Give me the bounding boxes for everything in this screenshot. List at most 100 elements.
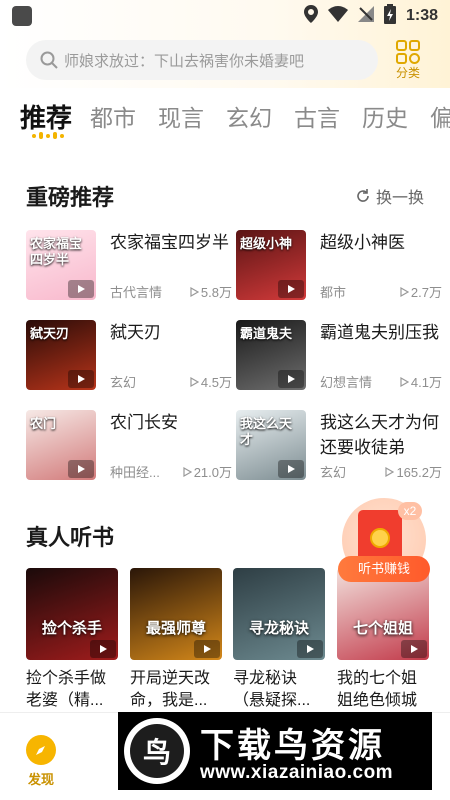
search-placeholder: 师娘求放过：下山去祸害你未婚妻吧 [64,52,305,70]
featured-book-item[interactable]: 我这么天才 我这么天才为何还要收徒弟玄幻 165.2万 [236,410,442,490]
featured-book-item[interactable]: 弑天刃 弑天刃玄幻 4.5万 [26,320,232,400]
featured-book-item[interactable]: 农门 农门长安种田经... 21.0万 [26,410,232,490]
featured-book-item[interactable]: 农家福宝四岁半 农家福宝四岁半 古代言情 5.8万 [26,230,232,310]
watermark-text: 下载鸟资源 [200,727,385,765]
notification-icon [12,6,32,26]
tab-city[interactable]: 都市 [90,96,136,140]
audio-book-item[interactable]: 寻龙秘诀寻龙秘诀（悬疑探... [233,568,325,712]
book-title: 农家福宝四岁半 [110,233,229,252]
discover-icon [26,735,56,765]
status-time: 1:38 [405,7,438,24]
genre-tabs: 推荐 都市 现言 玄幻 古言 历史 偏 [0,90,450,140]
category-button[interactable]: 分类 [396,39,421,81]
book-genre: 玄幻 [320,465,347,480]
book-cover: 农家福宝四岁半 [26,230,96,300]
bird-logo-icon: 鸟 [124,718,190,784]
play-icon [68,280,94,298]
cover-title: 农门 [30,416,57,431]
book-title: 我这么天才为何还要收徒弟 [320,413,439,457]
book-cover: 我这么天才 [236,410,306,480]
play-count-icon [400,376,409,387]
book-meta: 都市 2.7万 [320,282,442,301]
tab-history[interactable]: 历史 [362,96,408,140]
play-icon [68,460,94,478]
audio-book-cover: 捡个杀手 [26,568,118,660]
book-meta: 玄幻 4.5万 [110,372,232,391]
watermark-banner: 鸟 下载鸟资源 www.xiazainiao.com [118,712,432,790]
cover-title: 霸道鬼夫 [240,326,293,341]
audio-book-cover: 寻龙秘诀 [233,568,325,660]
audio-book-title: 捡个杀手做老婆（精... [26,670,107,709]
book-cover: 弑天刃 [26,320,96,390]
signal-icon [357,5,374,27]
book-genre: 玄幻 [110,375,137,390]
book-genre: 古代言情 [110,285,163,300]
audio-book-item[interactable]: 最强师尊开局逆天改命，我是... [130,568,222,712]
cover-title: 弑天刃 [30,326,70,341]
search-icon [40,51,58,69]
tab-more[interactable]: 偏 [430,96,450,140]
audio-book-item[interactable]: 捡个杀手捡个杀手做老婆（精...▷ 4917 [26,568,118,728]
play-icon [90,640,116,658]
audio-book-title: 我的七个姐姐绝色倾城 [337,670,418,709]
cover-title: 农家福宝四岁半 [30,236,83,267]
audio-book-title: 寻龙秘诀（悬疑探... [233,670,311,709]
listen-earn-label: 听书赚钱 [338,556,430,582]
play-count-icon [190,286,199,297]
featured-book-item[interactable]: 霸道鬼夫 霸道鬼夫别压我幻想言情 4.1万 [236,320,442,400]
book-meta: 玄幻 165.2万 [320,462,442,481]
audio-book-title: 开局逆天改命，我是... [130,670,211,709]
location-icon [303,4,318,28]
tab-modern-romance[interactable]: 现言 [158,96,204,140]
play-count: 2.7万 [410,285,442,300]
refresh-label: 换一换 [375,190,424,207]
play-icon [68,370,94,388]
book-title: 超级小神医 [320,233,405,252]
play-count: 165.2万 [396,465,442,480]
play-count-icon [190,376,199,387]
grid-icon [396,39,420,64]
book-title: 霸道鬼夫别压我 [320,323,439,342]
book-plays: 21.0万 [183,462,232,481]
play-icon [194,640,220,658]
search-row: 师娘求放过：下山去祸害你未婚妻吧 分类 [0,32,450,88]
play-count: 4.1万 [410,375,442,390]
book-meta: 种田经... 21.0万 [110,462,232,481]
reward-multiplier: x2 [398,502,422,520]
cover-title: 我这么天才 [240,416,293,447]
book-plays: 165.2万 [385,462,442,481]
book-meta: 古代言情 5.8万 [110,282,232,301]
audio-book-cover: 最强师尊 [130,568,222,660]
play-count-icon [385,466,395,477]
tab-fantasy[interactable]: 玄幻 [226,96,272,140]
book-title: 弑天刃 [110,323,161,342]
play-icon [278,460,304,478]
book-cover: 超级小神 [236,230,306,300]
play-count: 4.5万 [200,375,232,390]
book-title: 农门长安 [110,413,178,432]
listen-earn-widget[interactable]: x2 听书赚钱 [338,498,430,590]
book-cover: 农门 [26,410,96,480]
book-meta: 幻想言情 4.1万 [320,372,442,391]
book-plays: 2.7万 [400,282,442,301]
book-cover: 霸道鬼夫 [236,320,306,390]
category-label: 分类 [396,65,421,80]
status-bar: 1:38 [0,0,450,32]
play-count: 21.0万 [193,465,232,480]
book-plays: 4.5万 [190,372,232,391]
watermark-url: www.xiazainiao.com [200,762,394,783]
play-icon [401,640,427,658]
featured-book-item[interactable]: 超级小神 超级小神医都市 2.7万 [236,230,442,310]
book-genre: 幻想言情 [320,375,373,390]
status-icons: 1:38 [303,3,438,29]
refresh-button[interactable]: 换一换 [356,184,424,208]
search-input[interactable]: 师娘求放过：下山去祸害你未婚妻吧 [26,40,378,80]
nav-discover[interactable]: 发现 [26,735,56,788]
play-icon [278,370,304,388]
tab-ancient-romance[interactable]: 古言 [294,96,340,140]
battery-icon [383,3,396,29]
play-count-icon [183,466,192,477]
play-count-icon [400,286,409,297]
audio-section-title: 真人听书 [26,525,115,550]
audio-cover-title: 七个姐姐 [352,620,413,637]
